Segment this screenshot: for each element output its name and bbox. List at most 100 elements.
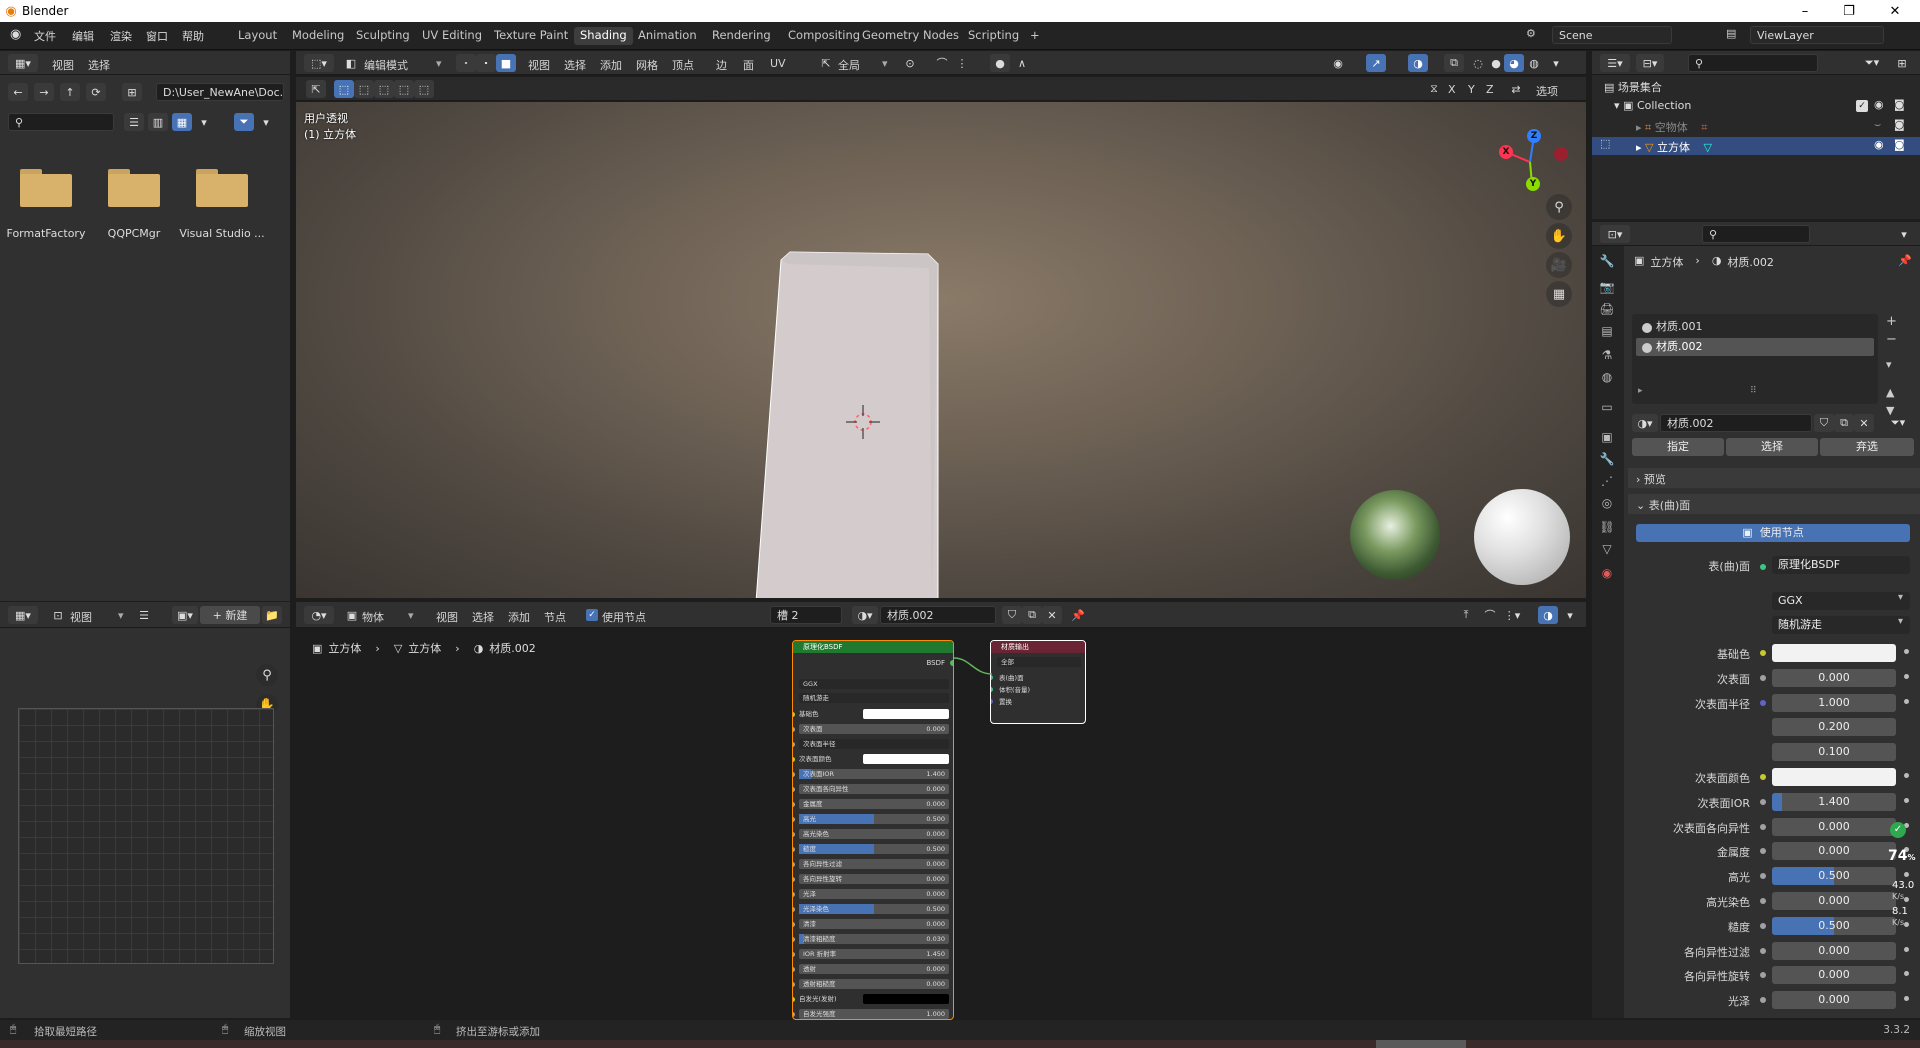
orientation-selector[interactable]: 全局 xyxy=(838,57,860,73)
top-menu-item[interactable]: 帮助 xyxy=(182,28,204,44)
keyframe-dot-icon[interactable] xyxy=(1904,649,1909,654)
node-row[interactable]: 高光染色 0.000 xyxy=(799,829,949,839)
edge-select-icon[interactable]: ⬝ xyxy=(476,54,496,72)
node-row[interactable]: 清漆粗糙度 0.030 xyxy=(799,934,949,944)
pivot-icon[interactable]: ⊙ xyxy=(900,54,920,72)
node-input-socket[interactable] xyxy=(793,877,795,882)
node-row[interactable]: 糙度 0.500 xyxy=(799,844,949,854)
new-folder-icon[interactable]: ⊞ xyxy=(122,83,142,101)
sss-dropdown-icon[interactable]: ▾ xyxy=(1898,616,1903,627)
node-row[interactable]: 透射粗糙度 0.000 xyxy=(799,979,949,989)
remove-slot-icon[interactable]: − xyxy=(1886,332,1897,347)
pan-hand-icon[interactable]: ✋ xyxy=(1546,223,1572,249)
prop-number-field[interactable]: 0.000 xyxy=(1772,941,1896,960)
keyframe-dot-icon[interactable] xyxy=(1904,673,1909,679)
collection-visibility-icon[interactable]: ◉ xyxy=(1874,98,1884,111)
prop-number-field[interactable]: 0.000 xyxy=(1772,892,1896,910)
vp-menu-mesh[interactable]: 网格 xyxy=(636,57,658,73)
filter-icon[interactable]: ⏷ xyxy=(234,113,254,131)
list-horizontal-icon[interactable]: ▥ xyxy=(148,113,168,131)
keyframe-dot-icon[interactable] xyxy=(1904,698,1909,704)
workspace-tab[interactable]: Animation xyxy=(632,27,703,45)
prop-number-field[interactable]: 0.200 xyxy=(1772,718,1896,737)
workspace-tab[interactable]: Texture Paint xyxy=(488,27,574,45)
use-nodes-checkbox[interactable]: ✓ xyxy=(586,609,598,621)
gizmo-neg-x-icon[interactable] xyxy=(1554,147,1568,161)
output-target-dropdown[interactable]: 全部 xyxy=(997,657,1081,667)
snap-icon[interactable]: ⌒ xyxy=(932,54,952,72)
constraints-icon[interactable]: ⛓ xyxy=(1598,518,1616,536)
material-props-icon[interactable]: ◉ xyxy=(1598,564,1616,582)
view-dropdown-icon[interactable]: ▾ xyxy=(196,113,212,131)
socket-dot-icon[interactable] xyxy=(1760,873,1766,880)
vp-menu-add[interactable]: 添加 xyxy=(600,57,622,73)
prop-number-field[interactable]: 1.400 xyxy=(1772,792,1896,811)
3d-viewport[interactable]: 用户透视 (1) 立方体 X Z Y ⚲ ✋ 🎥 ▦ xyxy=(296,102,1586,598)
outliner-type-icon[interactable]: ☰▾ xyxy=(1600,54,1630,72)
material-browse-icon[interactable]: ◑▾ xyxy=(852,606,878,624)
fake-user-icon[interactable]: ⛉ xyxy=(1002,606,1022,624)
options-menu[interactable]: 选项 xyxy=(1536,83,1558,99)
folder-icon[interactable] xyxy=(196,169,248,207)
keyframe-dot-icon[interactable] xyxy=(1904,773,1909,778)
vp-menu-select[interactable]: 选择 xyxy=(564,57,586,73)
back-arrow-icon[interactable]: ← xyxy=(8,83,28,101)
use-nodes-button[interactable]: ▣ 使用节点 xyxy=(1636,524,1910,542)
node-input-socket[interactable] xyxy=(793,862,795,867)
empty-render-icon[interactable]: ◙ xyxy=(1894,118,1905,131)
pmaterial-name-field[interactable]: 材质.002 xyxy=(1660,414,1812,432)
empty-visibility-icon[interactable]: ⌣ xyxy=(1874,118,1881,132)
node-input-socket[interactable] xyxy=(793,847,795,852)
image-editor-type-icon[interactable]: ▦▾ xyxy=(8,606,38,624)
unlink-material-icon[interactable]: ✕ xyxy=(1042,606,1062,624)
duplicate-material-icon[interactable]: ⧉ xyxy=(1022,606,1042,624)
proportional-edit-icon[interactable]: ● xyxy=(990,54,1010,72)
tool-icon[interactable]: 🔧 xyxy=(1598,252,1616,270)
collection-include-checkbox[interactable]: ✓ xyxy=(1856,100,1868,112)
shader-type-dropdown-icon[interactable]: ▾ xyxy=(408,609,414,622)
shading-dropdown-icon[interactable]: ▾ xyxy=(1546,54,1566,72)
folder-label[interactable]: Visual Studio ... xyxy=(177,227,267,240)
properties-pin-icon[interactable]: 📌 xyxy=(1898,254,1912,267)
punlink-icon[interactable]: ✕ xyxy=(1854,414,1874,432)
bsdf-dist-dropdown[interactable]: GGX xyxy=(799,679,949,689)
gizmo-y-icon[interactable]: Y xyxy=(1526,177,1540,191)
gizmo-z-icon[interactable]: Z xyxy=(1527,129,1541,143)
assign-button[interactable]: 指定 xyxy=(1632,438,1724,456)
fb-search-input[interactable]: ⚲ xyxy=(8,113,114,131)
prop-number-field[interactable]: 0.500 xyxy=(1772,916,1896,935)
ne-overlay-dropdown-icon[interactable]: ▾ xyxy=(1560,606,1580,624)
output-input-socket[interactable] xyxy=(991,699,993,704)
prop-number-field[interactable]: 1.000 xyxy=(1772,693,1896,712)
folder-label[interactable]: FormatFactory xyxy=(1,227,91,240)
image-browse-icon[interactable]: ▣▾ xyxy=(172,606,198,624)
outliner-search-input[interactable]: ⚲ xyxy=(1688,54,1818,72)
socket-dot-icon[interactable] xyxy=(1760,898,1766,904)
prop-number-field[interactable]: 0.000 xyxy=(1772,966,1896,985)
list-vertical-icon[interactable]: ☰ xyxy=(124,113,144,131)
viewlayer-selector[interactable]: ViewLayer xyxy=(1750,26,1884,44)
editor-type-icon[interactable]: ▦▾ xyxy=(8,54,38,72)
distribution-selector[interactable]: GGX xyxy=(1772,592,1910,610)
node-input-socket[interactable] xyxy=(793,892,795,897)
node-input-socket[interactable] xyxy=(793,727,795,732)
node-row[interactable]: 次表面半径 xyxy=(799,739,949,749)
node-input-socket[interactable] xyxy=(793,982,795,987)
mode-dropdown-icon[interactable]: ▾ xyxy=(436,57,442,70)
node-input-socket[interactable] xyxy=(793,832,795,837)
node-input-socket[interactable] xyxy=(793,997,795,1002)
ne-menu-add[interactable]: 添加 xyxy=(508,609,530,625)
node-input-socket[interactable] xyxy=(793,802,795,807)
principled-bsdf-node[interactable]: 原理化BSDF BSDF GGX 随机游走 基础色 次表面 0.000 次表面半径 次表… xyxy=(792,640,954,1020)
mirror-x-toggle[interactable]: X xyxy=(1448,83,1456,96)
gizmo-x-icon[interactable]: X xyxy=(1499,145,1513,159)
thumbnail-view-icon[interactable]: ▦ xyxy=(172,113,192,131)
folder-label[interactable]: QQPCMgr xyxy=(89,227,179,240)
cube-render-icon[interactable]: ◙ xyxy=(1894,138,1905,151)
prop-number-field[interactable]: 0.000 xyxy=(1772,842,1896,861)
socket-dot-icon[interactable] xyxy=(1760,997,1766,1004)
socket-dot-icon[interactable] xyxy=(1760,798,1766,805)
outliner-scene-collection[interactable]: ▤ 场景集合 xyxy=(1604,79,1920,97)
top-menu-item[interactable]: 窗口 xyxy=(146,28,168,44)
ne-menu-view[interactable]: 视图 xyxy=(436,609,458,625)
